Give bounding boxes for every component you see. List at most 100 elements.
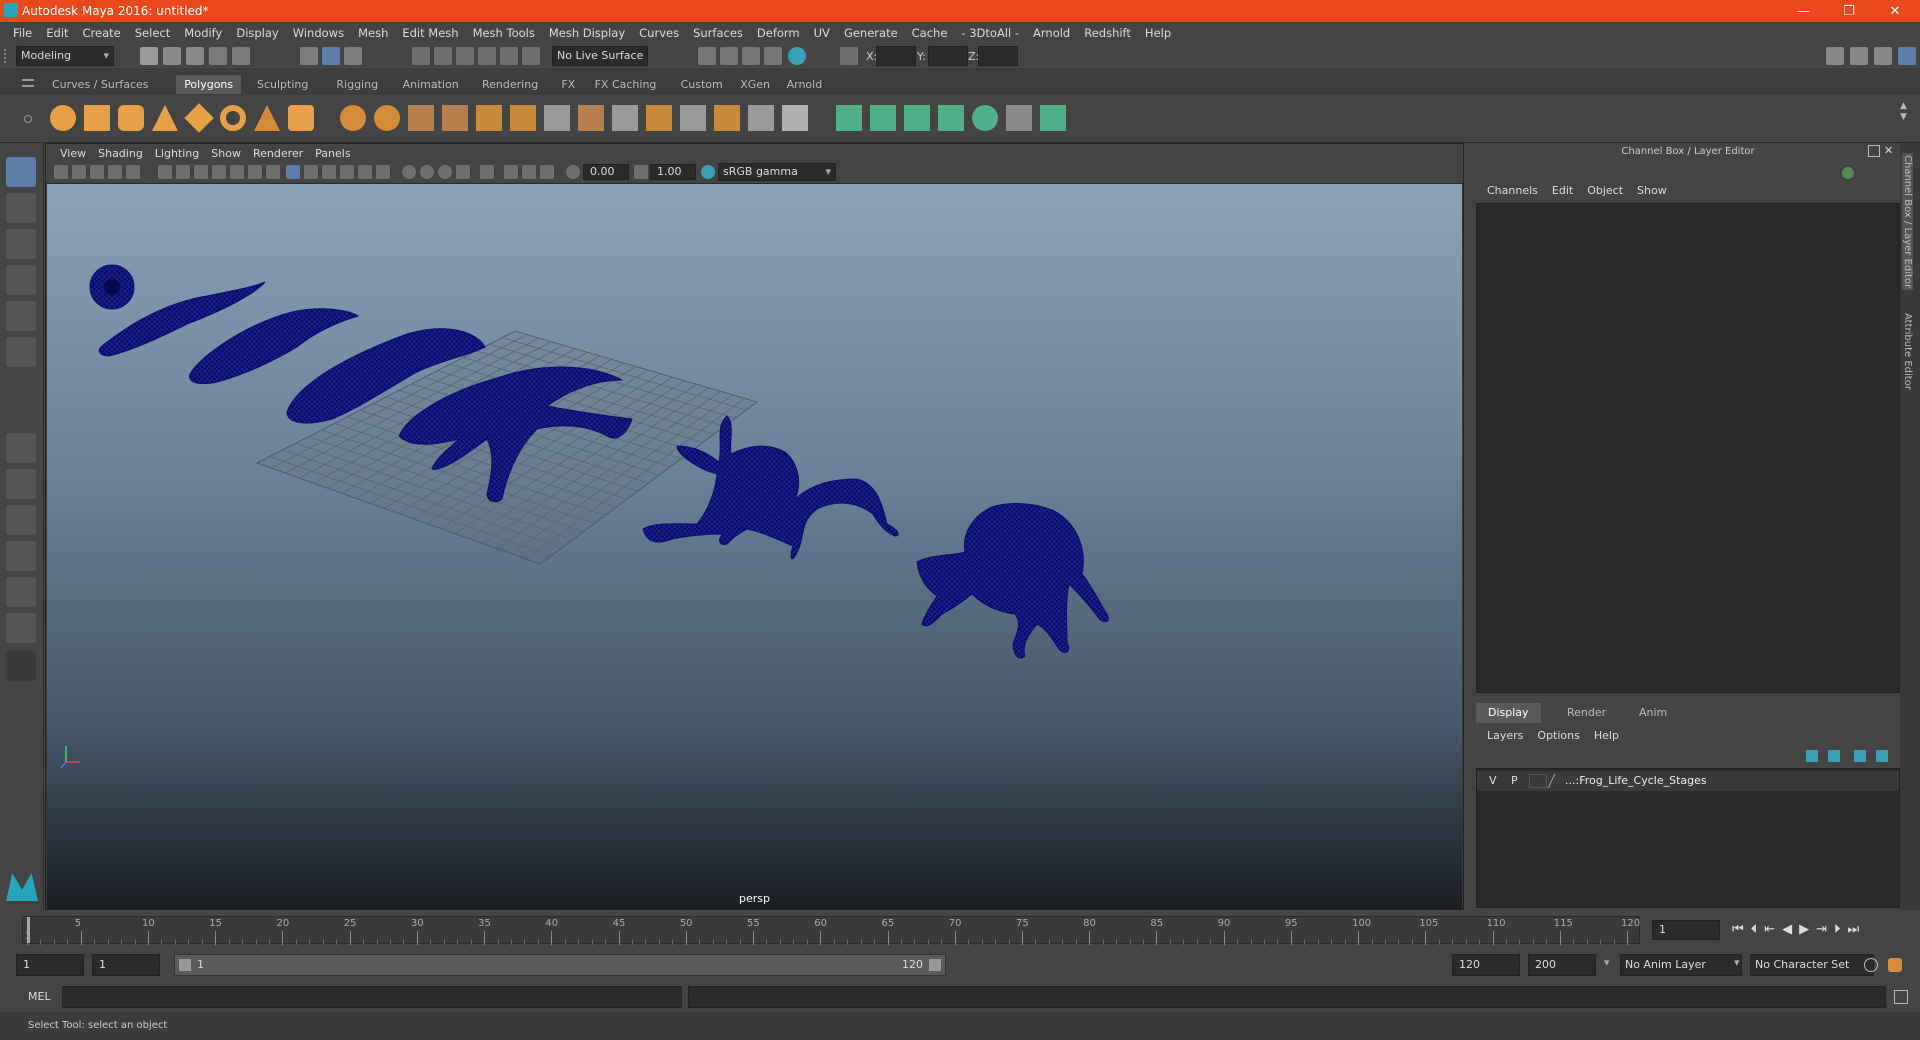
- depth-of-field-icon[interactable]: [456, 165, 470, 179]
- save-scene-icon[interactable]: [186, 47, 204, 65]
- multi-cut-icon[interactable]: [544, 105, 570, 131]
- select-hierarchy-icon[interactable]: [300, 47, 318, 65]
- shelf-menu-icon[interactable]: [22, 79, 34, 87]
- resolution-gate-icon[interactable]: [194, 165, 208, 179]
- move-tool-icon[interactable]: [6, 265, 36, 295]
- viewport-menu-lighting[interactable]: Lighting: [155, 147, 199, 160]
- new-layer-selected-icon[interactable]: [1876, 750, 1888, 762]
- y-field[interactable]: [928, 46, 968, 66]
- shelf-tab-polygons[interactable]: Polygons: [176, 75, 242, 94]
- menu-file[interactable]: File: [13, 26, 32, 40]
- play-forward-icon[interactable]: ▶: [1799, 922, 1816, 937]
- poly-torus-icon[interactable]: [220, 105, 246, 131]
- toggle-attribute-icon[interactable]: [1850, 47, 1868, 65]
- motion-blur-icon[interactable]: [420, 165, 434, 179]
- layout-menu-icon[interactable]: [6, 651, 36, 681]
- uv-planar-icon[interactable]: [836, 105, 862, 131]
- poly-pyramid-icon[interactable]: [254, 105, 280, 131]
- camera-select-icon[interactable]: [54, 165, 68, 179]
- poly-cylinder-icon[interactable]: [118, 105, 144, 131]
- menu-arnold[interactable]: Arnold: [1033, 26, 1070, 40]
- layer-row[interactable]: V P ...:Frog_Life_Cycle_Stages: [1477, 771, 1899, 791]
- menu-select[interactable]: Select: [135, 26, 170, 40]
- select-component-icon[interactable]: [344, 47, 362, 65]
- command-language-label[interactable]: MEL: [28, 990, 51, 1003]
- poly-sphere-icon[interactable]: [50, 105, 76, 131]
- scale-tool-icon[interactable]: [6, 337, 36, 367]
- shelf-tab-sculpting[interactable]: Sculpting: [249, 75, 316, 94]
- snap-pivot-icon[interactable]: [522, 47, 540, 65]
- menu-surfaces[interactable]: Surfaces: [693, 26, 743, 40]
- start-time-field[interactable]: 1: [16, 954, 84, 976]
- playback-end-field[interactable]: 120: [1452, 954, 1520, 976]
- shelf-scroll-icon[interactable]: ▲ ▼: [1900, 101, 1907, 123]
- range-bar[interactable]: 1 120: [174, 954, 946, 976]
- shelf-tab-rendering[interactable]: Rendering: [474, 75, 546, 94]
- loop-icon[interactable]: [612, 105, 638, 131]
- film-gate-icon[interactable]: [176, 165, 190, 179]
- play-backward-icon[interactable]: ◀: [1782, 922, 1799, 937]
- step-back-key-icon[interactable]: ⏴: [1751, 922, 1765, 937]
- shadows-icon[interactable]: [376, 165, 390, 179]
- render-frame-icon[interactable]: [720, 47, 738, 65]
- average-icon[interactable]: [442, 105, 468, 131]
- smooth-icon[interactable]: [408, 105, 434, 131]
- channel-box-side-tab[interactable]: Channel Box / Layer Editor: [1902, 153, 1913, 291]
- channel-menu-edit[interactable]: Edit: [1552, 184, 1573, 197]
- menu-edit-mesh[interactable]: Edit Mesh: [402, 26, 458, 40]
- character-set-select[interactable]: No Character Set: [1750, 954, 1874, 976]
- image-plane-icon[interactable]: [108, 165, 122, 179]
- menu-curves[interactable]: Curves: [639, 26, 679, 40]
- menu-edit[interactable]: Edit: [46, 26, 68, 40]
- safe-title-icon[interactable]: [266, 165, 280, 179]
- colorspace-select[interactable]: sRGB gamma ▾: [718, 163, 836, 181]
- anti-aliasing-icon[interactable]: [438, 165, 452, 179]
- bevel-icon[interactable]: [578, 105, 604, 131]
- live-surface-field[interactable]: No Live Surface: [552, 46, 648, 66]
- color-management-icon[interactable]: [701, 165, 715, 179]
- menu-windows[interactable]: Windows: [293, 26, 344, 40]
- shelf-settings-icon[interactable]: [24, 115, 32, 123]
- move-layer-up-icon[interactable]: [1806, 750, 1818, 762]
- anim-prefs-icon[interactable]: [1888, 958, 1902, 972]
- xray-icon[interactable]: [504, 165, 518, 179]
- layer-menu-help[interactable]: Help: [1594, 729, 1619, 742]
- menu-3dtoall[interactable]: - 3DtoAll -: [961, 26, 1019, 40]
- current-frame-field[interactable]: 1: [1652, 920, 1720, 940]
- command-input[interactable]: [62, 986, 682, 1008]
- 3d-viewport[interactable]: persp: [47, 184, 1462, 909]
- 2d-pan-icon[interactable]: [126, 165, 140, 179]
- uv-sew-icon[interactable]: [972, 105, 998, 131]
- smooth-shade-icon[interactable]: [304, 165, 318, 179]
- workspace-icon[interactable]: [1826, 47, 1844, 65]
- rotate-tool-icon[interactable]: [6, 301, 36, 331]
- toggle-channel-box-icon[interactable]: [1898, 47, 1916, 65]
- shelf-tab-fx-caching[interactable]: FX Caching: [587, 75, 665, 94]
- uv-unfold-icon[interactable]: [1040, 105, 1066, 131]
- uv-spherical-icon[interactable]: [904, 105, 930, 131]
- menu-mesh-tools[interactable]: Mesh Tools: [473, 26, 535, 40]
- close-button[interactable]: ✕: [1872, 0, 1918, 22]
- lights-icon[interactable]: [358, 165, 372, 179]
- snap-grid-icon[interactable]: [412, 47, 430, 65]
- menu-uv[interactable]: UV: [814, 26, 830, 40]
- ipr-render-icon[interactable]: [742, 47, 760, 65]
- layer-playback[interactable]: P: [1511, 774, 1518, 787]
- xray-joints-icon[interactable]: [522, 165, 536, 179]
- menu-mesh-display[interactable]: Mesh Display: [549, 26, 625, 40]
- viewport-menu-panels[interactable]: Panels: [315, 147, 350, 160]
- exposure-icon[interactable]: [566, 165, 580, 179]
- ambient-occlusion-icon[interactable]: [402, 165, 416, 179]
- snap-view-icon[interactable]: [478, 47, 496, 65]
- layer-color-swatch[interactable]: [1529, 774, 1547, 788]
- shelf-tab-curves-surfaces[interactable]: Curves / Surfaces: [44, 75, 157, 94]
- shelf-tab-xgen[interactable]: XGen: [732, 75, 778, 94]
- viewport-menu-view[interactable]: View: [60, 147, 86, 160]
- two-view-icon[interactable]: [6, 505, 36, 535]
- poly-cube-icon[interactable]: [84, 105, 110, 131]
- new-scene-icon[interactable]: [140, 47, 158, 65]
- toggle-tool-settings-icon[interactable]: [1874, 47, 1892, 65]
- chevron-down-icon[interactable]: ▾: [1734, 956, 1740, 969]
- mode-select[interactable]: Modeling ▾: [16, 46, 114, 66]
- layer-tab-display[interactable]: Display: [1476, 703, 1541, 723]
